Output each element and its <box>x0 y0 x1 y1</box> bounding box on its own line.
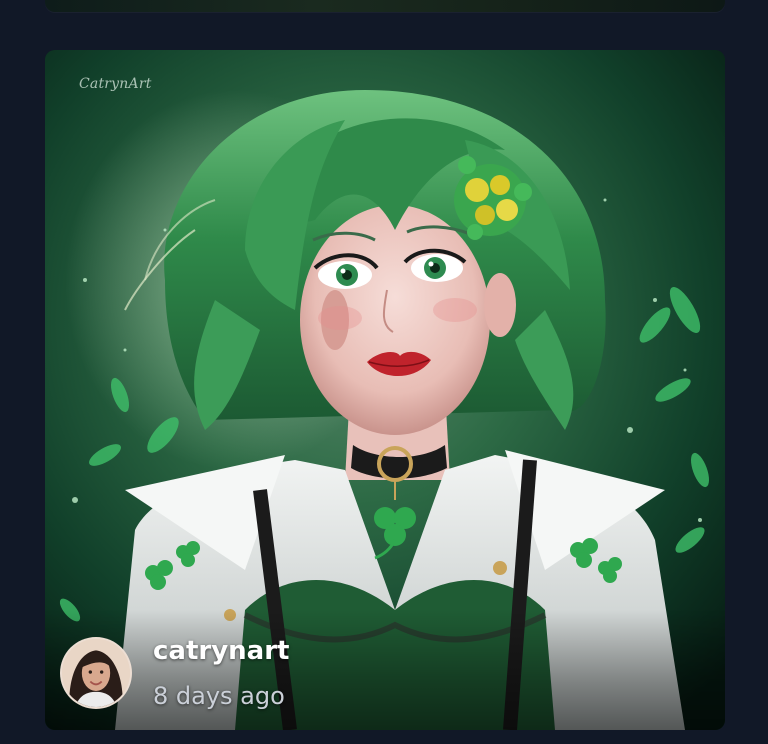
avatar-photo-icon <box>62 639 130 707</box>
author-avatar[interactable] <box>60 637 132 709</box>
feed-page: CatrynArt catrynart 8 days ago <box>0 0 768 744</box>
previous-post-card[interactable] <box>45 0 725 12</box>
author-name[interactable]: catrynart <box>153 636 289 666</box>
post-card[interactable]: CatrynArt catrynart 8 days ago <box>45 50 725 730</box>
artist-watermark: CatrynArt <box>79 76 152 92</box>
post-time-ago: 8 days ago <box>153 682 285 710</box>
author-overlay <box>45 610 725 730</box>
